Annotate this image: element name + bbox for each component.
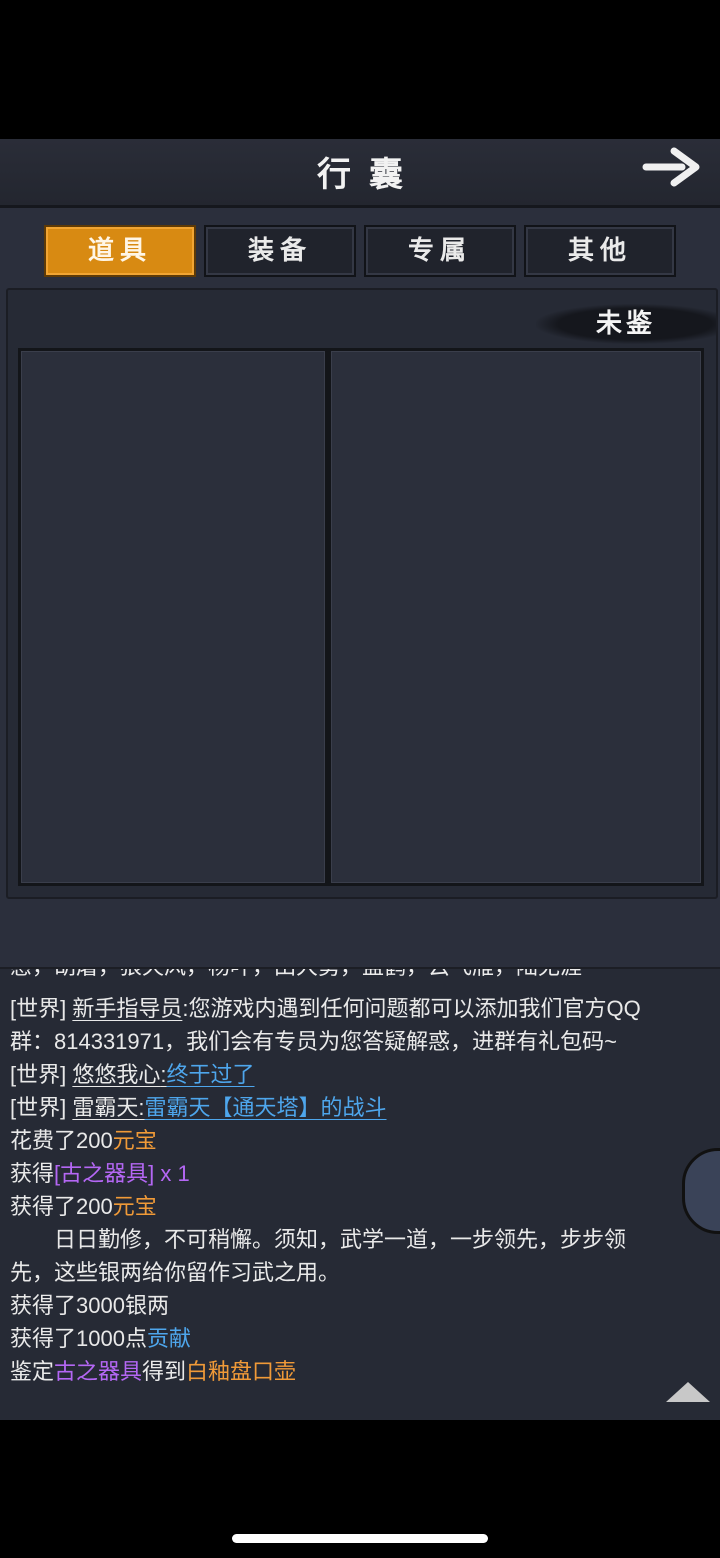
message-text: 先，这些银两给你留作习武之用。 [10,1260,341,1285]
chat-log[interactable]: 感，胡屠，狼天风，杨叶，田大勇，盖鹤，云飞雁，陆无涯 [世界] 新手指导员:您游… [0,967,720,1420]
currency-name: 元宝 [112,1194,157,1219]
contribution-name: 贡献 [146,1326,191,1351]
item-slot[interactable] [18,348,328,886]
sender-name[interactable]: 悠悠我心 [72,1062,160,1087]
message-text: 群：814331971，我们会有专员为您答疑解惑，进群有礼包码~ [10,1029,617,1054]
sender-name[interactable]: 新手指导员 [72,996,182,1021]
channel-tag: [世界] [10,1062,67,1087]
chat-message: [世界] 悠悠我心:终于过了 [10,1059,710,1091]
item-slot[interactable] [328,348,704,886]
chat-message: 花费了200元宝 [10,1125,710,1157]
channel-tag: [世界] [10,1095,67,1120]
chat-message: 先，这些银两给你留作习武之用。 [10,1257,710,1289]
sender-name[interactable]: 雷霸天 [72,1095,138,1120]
message-text: 获得了200 [10,1194,113,1219]
item-quantity: x 1 [154,1161,190,1186]
currency-name: 元宝 [112,1128,157,1153]
message-text: 得到 [142,1359,187,1384]
chat-message: 获得了1000点贡献 [10,1323,710,1355]
chat-message: 获得了3000银两 [10,1290,710,1322]
chat-message: 获得[古之器具] x 1 [10,1158,710,1190]
chat-message: 鉴定古之器具得到白釉盘口壶 [10,1356,710,1388]
message-text: 花费了200 [10,1128,113,1153]
back-arrow-icon[interactable] [642,145,702,189]
message-text: 获得了3000银两 [10,1293,169,1318]
message-text: 鉴定 [10,1359,55,1384]
chat-message-cut: 感，胡屠，狼天风，杨叶，田大勇，盖鹤，云飞雁，陆无涯 [10,969,582,981]
collapse-chat-icon[interactable] [666,1382,710,1402]
channel-tag: [世界] [10,996,67,1021]
message-text: 获得 [10,1161,55,1186]
reward-item[interactable]: 白釉盘口壶 [186,1359,296,1384]
chat-message: [世界] 新手指导员:您游戏内遇到任何问题都可以添加我们官方QQ [10,993,710,1025]
battle-link[interactable]: 雷霸天【通天塔】的战斗 [145,1095,387,1120]
page-title: 行囊 [317,155,421,195]
chat-message: 群：814331971，我们会有专员为您答疑解惑，进群有礼包码~ [10,1026,710,1058]
title-bar: 行囊 [0,139,720,208]
home-indicator[interactable] [232,1534,488,1543]
item-link[interactable]: 古之器具 [54,1359,142,1384]
tab-exclusive[interactable]: 专属 [364,225,516,277]
unidentified-filter[interactable]: 未鉴 [536,304,716,344]
chat-message: [世界] 雷霸天:雷霸天【通天塔】的战斗 [10,1092,710,1124]
message-link[interactable]: 终于过了 [167,1062,255,1087]
message-text: 获得了1000点 [10,1326,147,1351]
tab-items[interactable]: 道具 [44,225,196,277]
tab-equipment[interactable]: 装备 [204,225,356,277]
item-link[interactable]: [古之器具] [54,1161,154,1186]
tab-other[interactable]: 其他 [524,225,676,277]
message-text: :您游戏内遇到任何问题都可以添加我们官方QQ [182,996,641,1021]
chat-message: 获得了200元宝 [10,1191,710,1223]
item-grid: 未鉴 [6,288,718,899]
inventory-panel: 行囊 道具 装备 专属 其他 未鉴 感，胡屠，狼天风，杨叶，田大勇，盖鹤，云飞雁… [0,139,720,1420]
message-text: 日日勤修，不可稍懈。须知，武学一道，一步领先，步步领 [10,1227,627,1252]
chat-message: 日日勤修，不可稍懈。须知，武学一道，一步领先，步步领 [10,1224,710,1256]
